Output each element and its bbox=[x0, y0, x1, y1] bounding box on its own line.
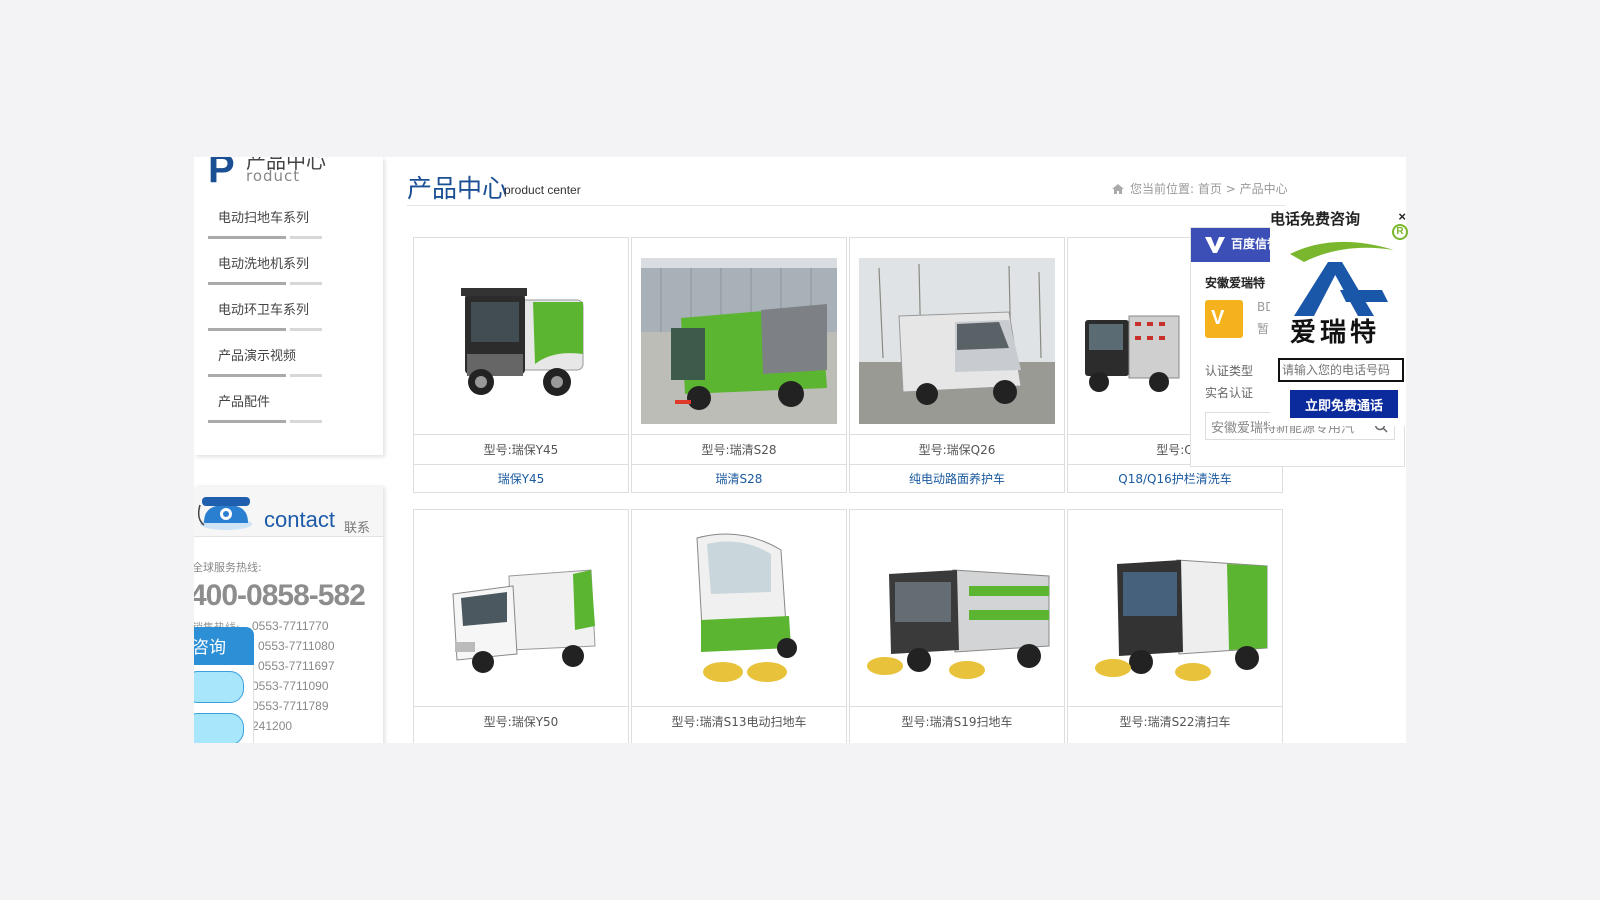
vehicle-image bbox=[641, 258, 837, 424]
sidebar-item-sweeper[interactable]: 电动扫地车系列 bbox=[208, 201, 378, 247]
product-image[interactable] bbox=[423, 258, 619, 424]
sidebar-item-underline bbox=[208, 328, 286, 331]
free-call-button[interactable]: 立即免费通话 bbox=[1290, 390, 1398, 418]
free-call-title: 电话免费咨询 bbox=[1270, 210, 1361, 228]
product-image[interactable] bbox=[859, 258, 1055, 424]
sidebar-item-label: 电动扫地车系列 bbox=[218, 211, 310, 226]
sidebar-item-underline bbox=[290, 374, 322, 377]
phone-number-input[interactable] bbox=[1278, 358, 1404, 382]
vehicle-image bbox=[423, 530, 619, 696]
product-name-link[interactable]: Q18/Q16护栏清洗车 bbox=[1068, 464, 1282, 493]
product-image[interactable] bbox=[641, 530, 837, 696]
product-image[interactable] bbox=[1077, 530, 1273, 696]
sidebar-item-underline bbox=[290, 328, 322, 331]
sidebar-categories: P 产品中心 roduct 电动扫地车系列 电动洗地机系列 电动环卫车系列 产品… bbox=[194, 157, 383, 455]
product-image[interactable] bbox=[423, 530, 619, 696]
vehicle-image bbox=[859, 258, 1055, 424]
sidebar-item-parts[interactable]: 产品配件 bbox=[208, 385, 378, 431]
breadcrumb-prefix: 您当前位置: bbox=[1130, 182, 1195, 196]
sales-number: 0553-7711080 bbox=[258, 639, 335, 653]
home-icon bbox=[1112, 184, 1124, 194]
postal-code: 241200 bbox=[252, 719, 293, 733]
sidebar-item-underline bbox=[208, 374, 286, 377]
brand-name: 爱瑞特 bbox=[1290, 318, 1381, 348]
sidebar-item-underline bbox=[208, 236, 286, 239]
sidebar-item-label: 电动环卫车系列 bbox=[218, 303, 310, 318]
vehicle-image bbox=[1077, 530, 1273, 696]
v3-badge-icon: V bbox=[1205, 300, 1243, 338]
page-title: 产品中心 bbox=[407, 174, 508, 203]
sales-number: 0553-7711697 bbox=[258, 659, 335, 673]
breadcrumb-separator: > bbox=[1225, 182, 1236, 196]
product-model: 型号:瑞保Q26 bbox=[850, 434, 1064, 464]
header-divider bbox=[407, 205, 1285, 206]
product-model: 型号:瑞保Y50 bbox=[414, 706, 628, 736]
product-card[interactable]: 型号:瑞保Y50 bbox=[413, 509, 629, 743]
vehicle-image bbox=[859, 530, 1055, 696]
product-card[interactable]: 型号:瑞清S13电动扫地车 bbox=[631, 509, 847, 743]
breadcrumb: 您当前位置: 首页 > 产品中心 bbox=[1112, 180, 1288, 197]
sidebar-item-label: 产品配件 bbox=[218, 395, 271, 410]
product-card[interactable]: 型号:瑞清S19扫地车 bbox=[849, 509, 1065, 743]
sales-number: 0553-7711789 bbox=[252, 699, 329, 713]
sidebar-item-label: 电动洗地机系列 bbox=[218, 257, 310, 272]
telephone-icon bbox=[197, 497, 252, 530]
product-model: 型号:瑞清S28 bbox=[632, 434, 846, 464]
hotline-label: 全球服务热线: bbox=[194, 561, 262, 574]
sales-number: 0553-7711090 bbox=[252, 679, 329, 693]
contact-panel: contact 联系 全球服务热线: 400-0858-582 销售热线: 05… bbox=[194, 487, 383, 743]
product-image[interactable] bbox=[859, 530, 1055, 696]
product-name-link[interactable]: 纯电动路面养护车 bbox=[850, 464, 1064, 493]
sidebar-item-underline bbox=[290, 420, 322, 423]
consult-qq-button[interactable] bbox=[194, 671, 244, 703]
contact-header: contact 联系 bbox=[194, 487, 383, 537]
contact-title: contact bbox=[264, 507, 335, 532]
breadcrumb-home-link[interactable]: 首页 bbox=[1198, 182, 1222, 196]
page-subtitle: product center bbox=[504, 183, 581, 197]
breadcrumb-current[interactable]: 产品中心 bbox=[1240, 182, 1288, 196]
product-card[interactable]: 型号:瑞保Y45 瑞保Y45 bbox=[413, 237, 629, 493]
hotline-number: 400-0858-582 bbox=[194, 579, 366, 612]
sidebar-item-underline bbox=[208, 420, 286, 423]
sidebar-item-underline bbox=[208, 282, 286, 285]
product-model: 型号:瑞清S13电动扫地车 bbox=[632, 706, 846, 736]
product-name-link[interactable]: 瑞清S28 bbox=[632, 464, 846, 493]
product-model: 型号:瑞清S22清扫车 bbox=[1068, 706, 1282, 736]
product-model: 型号:瑞清S19扫地车 bbox=[850, 706, 1064, 736]
v3-badge-text: V bbox=[1211, 307, 1225, 329]
sidebar-item-label: 产品演示视频 bbox=[218, 349, 297, 364]
product-model: 型号:瑞保Y45 bbox=[414, 434, 628, 464]
product-name-link[interactable]: 瑞保Y45 bbox=[414, 464, 628, 493]
consult-qq-button[interactable] bbox=[194, 713, 244, 743]
product-card[interactable]: 型号:瑞清S22清扫车 bbox=[1067, 509, 1283, 743]
sidebar-item-sanitation[interactable]: 电动环卫车系列 bbox=[208, 293, 378, 339]
sidebar-item-videos[interactable]: 产品演示视频 bbox=[208, 339, 378, 385]
consult-tab-label: 咨询 bbox=[194, 638, 226, 658]
product-card[interactable]: 型号:瑞清S28 瑞清S28 bbox=[631, 237, 847, 493]
consult-tab[interactable]: 咨询 bbox=[194, 627, 254, 665]
close-icon[interactable]: × bbox=[1398, 209, 1406, 224]
contact-title-zh: 联系 bbox=[344, 521, 371, 536]
sidebar-item-underline bbox=[290, 236, 322, 239]
sidebar-item-underline bbox=[290, 282, 322, 285]
product-card[interactable]: 型号:瑞保Q26 纯电动路面养护车 bbox=[849, 237, 1065, 493]
brand-logo-icon bbox=[1290, 241, 1394, 316]
vehicle-image bbox=[641, 530, 837, 696]
sidebar-header-letter: P bbox=[208, 157, 235, 191]
product-image[interactable] bbox=[641, 258, 837, 424]
sales-number: 0553-7711770 bbox=[252, 619, 329, 633]
baidu-v-logo-icon bbox=[1205, 237, 1225, 253]
vehicle-image bbox=[423, 258, 619, 424]
baidu-company-name: 安徽爱瑞特 bbox=[1205, 276, 1266, 290]
baidu-cert-value: 实名认证 bbox=[1205, 386, 1254, 400]
free-call-popup: 电话免费咨询 × R 爱瑞特 立即免费通话 bbox=[1270, 208, 1408, 426]
baidu-cert-type: 认证类型 bbox=[1205, 364, 1254, 378]
sidebar-item-scrubber[interactable]: 电动洗地机系列 bbox=[208, 247, 378, 293]
sidebar-header-subtitle: roduct bbox=[246, 167, 301, 185]
